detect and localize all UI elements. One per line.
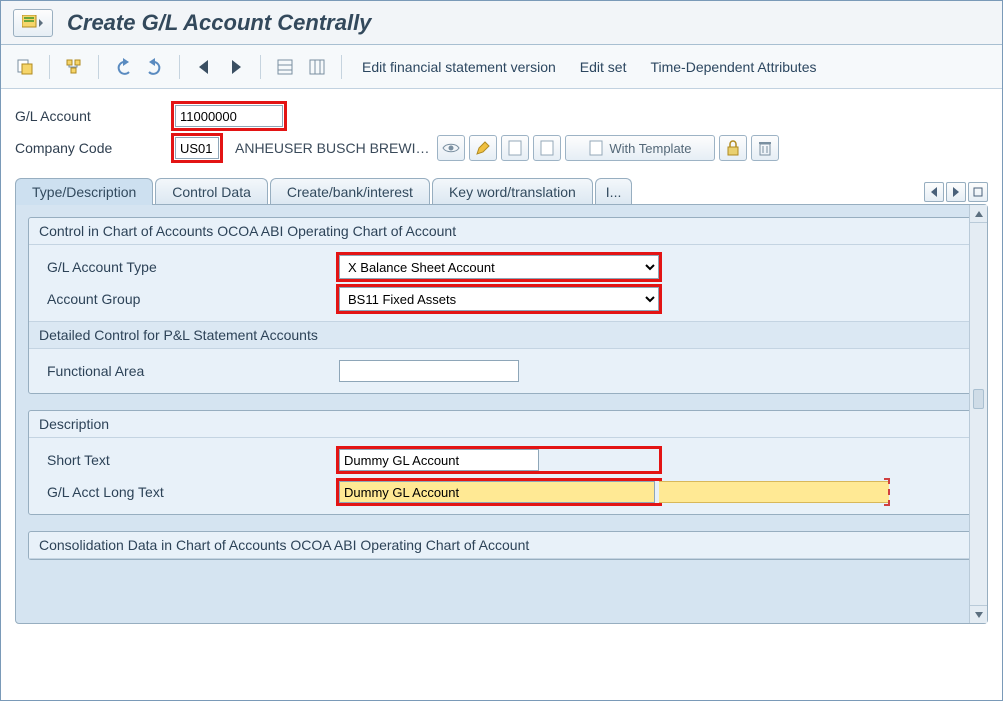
panel-scrollbar[interactable] (969, 205, 987, 623)
display-icon[interactable] (437, 135, 465, 161)
group-description: Description Short Text G/L Acct Long Tex… (28, 410, 975, 515)
group-coa-control: Control in Chart of Accounts OCOA ABI Op… (28, 217, 975, 394)
template-icon (589, 140, 603, 156)
long-text-label: G/L Acct Long Text (39, 484, 339, 500)
long-text-input[interactable] (339, 481, 655, 503)
acct-group-label: Account Group (39, 291, 339, 307)
scroll-up-icon[interactable] (970, 205, 987, 223)
tab-panel: Control in Chart of Accounts OCOA ABI Op… (15, 204, 988, 624)
grid-icon-1[interactable] (271, 53, 299, 81)
tab-type-description[interactable]: Type/Description (15, 178, 153, 205)
lock-icon[interactable] (719, 135, 747, 161)
gl-account-row: G/L Account (15, 101, 988, 131)
hierarchy-icon[interactable] (60, 53, 88, 81)
company-code-label: Company Code (15, 140, 171, 156)
title-bar: Create G/L Account Centrally (1, 1, 1002, 45)
short-text-row: Short Text (39, 444, 964, 476)
tab-info[interactable]: I... (595, 178, 633, 205)
separator (98, 55, 99, 79)
scroll-grip[interactable] (973, 389, 984, 409)
consol-header: Consolidation Data in Chart of Accounts … (29, 532, 974, 559)
company-desc: ANHEUSER BUSCH BREWI… (235, 140, 429, 156)
with-template-button[interactable]: With Template (565, 135, 715, 161)
func-area-label: Functional Area (39, 363, 339, 379)
desc-header: Description (29, 411, 974, 438)
tab-control-data[interactable]: Control Data (155, 178, 268, 205)
separator (179, 55, 180, 79)
func-area-input[interactable] (339, 360, 519, 382)
tab-scroll-left[interactable] (924, 182, 944, 202)
header-area: G/L Account Company Code ANHEUSER BUSCH … (1, 89, 1002, 171)
scroll-down-icon[interactable] (970, 605, 987, 623)
redo-icon[interactable] (141, 53, 169, 81)
prev-icon[interactable] (190, 53, 218, 81)
acct-group-select[interactable]: BS11 Fixed Assets (339, 287, 659, 311)
tab-key-word[interactable]: Key word/translation (432, 178, 593, 205)
gl-type-label: G/L Account Type (39, 259, 339, 275)
separator (260, 55, 261, 79)
company-code-row: Company Code ANHEUSER BUSCH BREWI… With … (15, 133, 988, 163)
time-dep-link[interactable]: Time-Dependent Attributes (640, 55, 826, 79)
menu-button[interactable] (13, 9, 53, 37)
company-code-input[interactable] (175, 137, 219, 159)
short-text-input[interactable] (339, 449, 539, 471)
grid-icon-2[interactable] (303, 53, 331, 81)
pnl-subheader: Detailed Control for P&L Statement Accou… (29, 321, 974, 349)
func-area-row: Functional Area (39, 355, 964, 387)
with-template-label: With Template (609, 141, 691, 156)
tab-create-bank[interactable]: Create/bank/interest (270, 178, 430, 205)
gl-account-label: G/L Account (15, 108, 171, 124)
separator (341, 55, 342, 79)
tab-scroll-right[interactable] (946, 182, 966, 202)
gl-account-input[interactable] (175, 105, 283, 127)
tab-list[interactable] (968, 182, 988, 202)
tab-area: Type/Description Control Data Create/ban… (1, 171, 1002, 624)
undo-icon[interactable] (109, 53, 137, 81)
short-text-label: Short Text (39, 452, 339, 468)
long-text-row: G/L Acct Long Text (39, 476, 964, 508)
edit-fsv-link[interactable]: Edit financial statement version (352, 55, 566, 79)
group-consolidation: Consolidation Data in Chart of Accounts … (28, 531, 975, 560)
doc-icon-2[interactable] (533, 135, 561, 161)
menu-icon (22, 15, 44, 31)
page-title: Create G/L Account Centrally (67, 10, 371, 36)
edit-set-link[interactable]: Edit set (570, 55, 637, 79)
separator (49, 55, 50, 79)
trash-icon[interactable] (751, 135, 779, 161)
app-toolbar: Edit financial statement version Edit se… (1, 45, 1002, 89)
gl-type-row: G/L Account Type X Balance Sheet Account (39, 251, 964, 283)
doc-icon-1[interactable] (501, 135, 529, 161)
next-icon[interactable] (222, 53, 250, 81)
gl-type-select[interactable]: X Balance Sheet Account (339, 255, 659, 279)
document-other-icon[interactable] (11, 53, 39, 81)
edit-icon[interactable] (469, 135, 497, 161)
header-inline-icons: With Template (437, 135, 779, 161)
tab-nav (924, 182, 988, 202)
coa-header: Control in Chart of Accounts OCOA ABI Op… (29, 218, 974, 245)
tab-strip: Type/Description Control Data Create/ban… (15, 177, 918, 204)
acct-group-row: Account Group BS11 Fixed Assets (39, 283, 964, 315)
